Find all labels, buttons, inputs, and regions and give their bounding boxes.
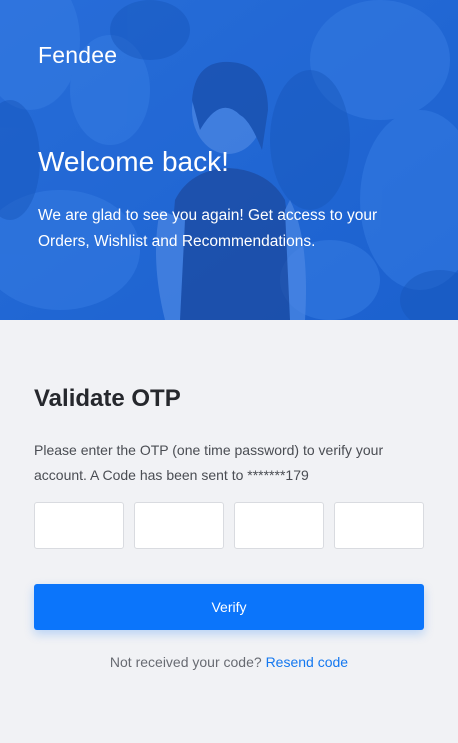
otp-panel: Validate OTP Please enter the OTP (one t… [0, 320, 458, 743]
resend-code-link[interactable]: Resend code [266, 654, 349, 670]
welcome-subtitle: We are glad to see you again! Get access… [38, 207, 378, 250]
otp-digit-2-input[interactable] [134, 502, 224, 549]
resend-row: Not received your code? Resend code [0, 654, 458, 670]
otp-digit-3-input[interactable] [234, 502, 324, 549]
otp-digit-1-input[interactable] [34, 502, 124, 549]
otp-title: Validate OTP [34, 385, 181, 412]
verify-button[interactable]: Verify [34, 584, 424, 630]
resend-prompt: Not received your code? [109, 654, 262, 670]
otp-digit-4-input[interactable] [334, 502, 424, 549]
otp-description: Please enter the OTP (one time password)… [34, 442, 384, 483]
brand-logo-text: Fendee [38, 42, 118, 68]
otp-input-group [34, 502, 424, 549]
welcome-heading: Welcome back! [38, 146, 229, 177]
hero-banner: Fendee Welcome back! We are glad to see … [0, 0, 458, 320]
